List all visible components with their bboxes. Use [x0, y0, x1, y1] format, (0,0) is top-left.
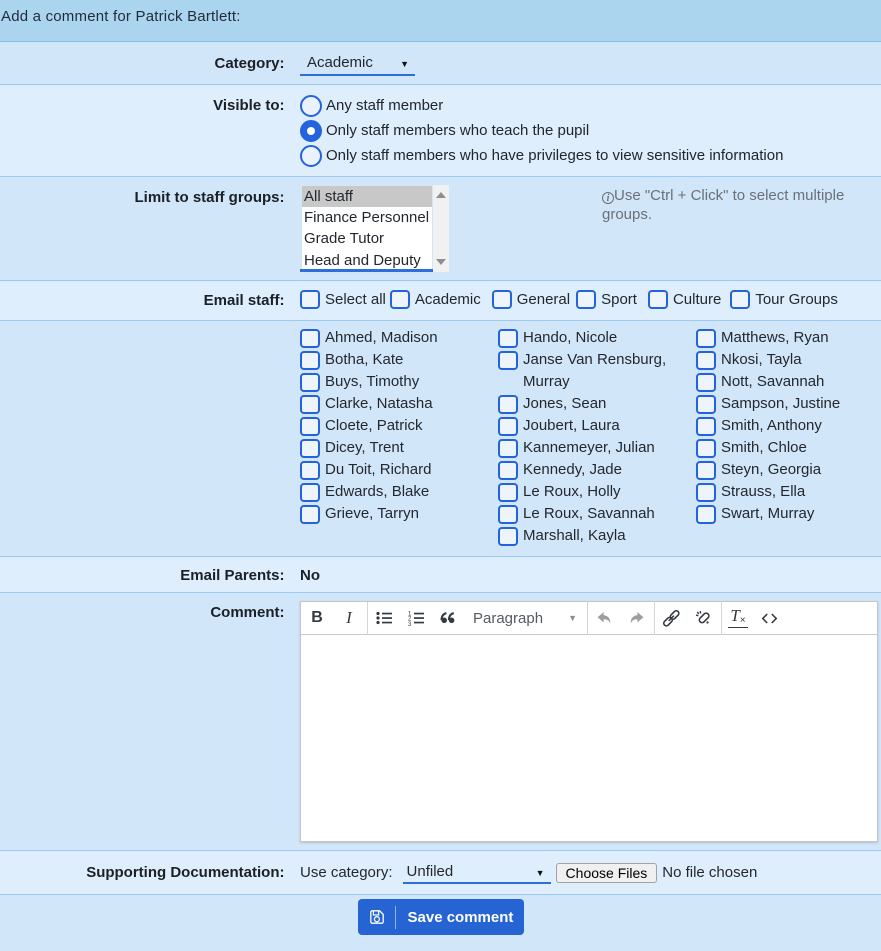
svg-text:3: 3	[408, 622, 412, 627]
